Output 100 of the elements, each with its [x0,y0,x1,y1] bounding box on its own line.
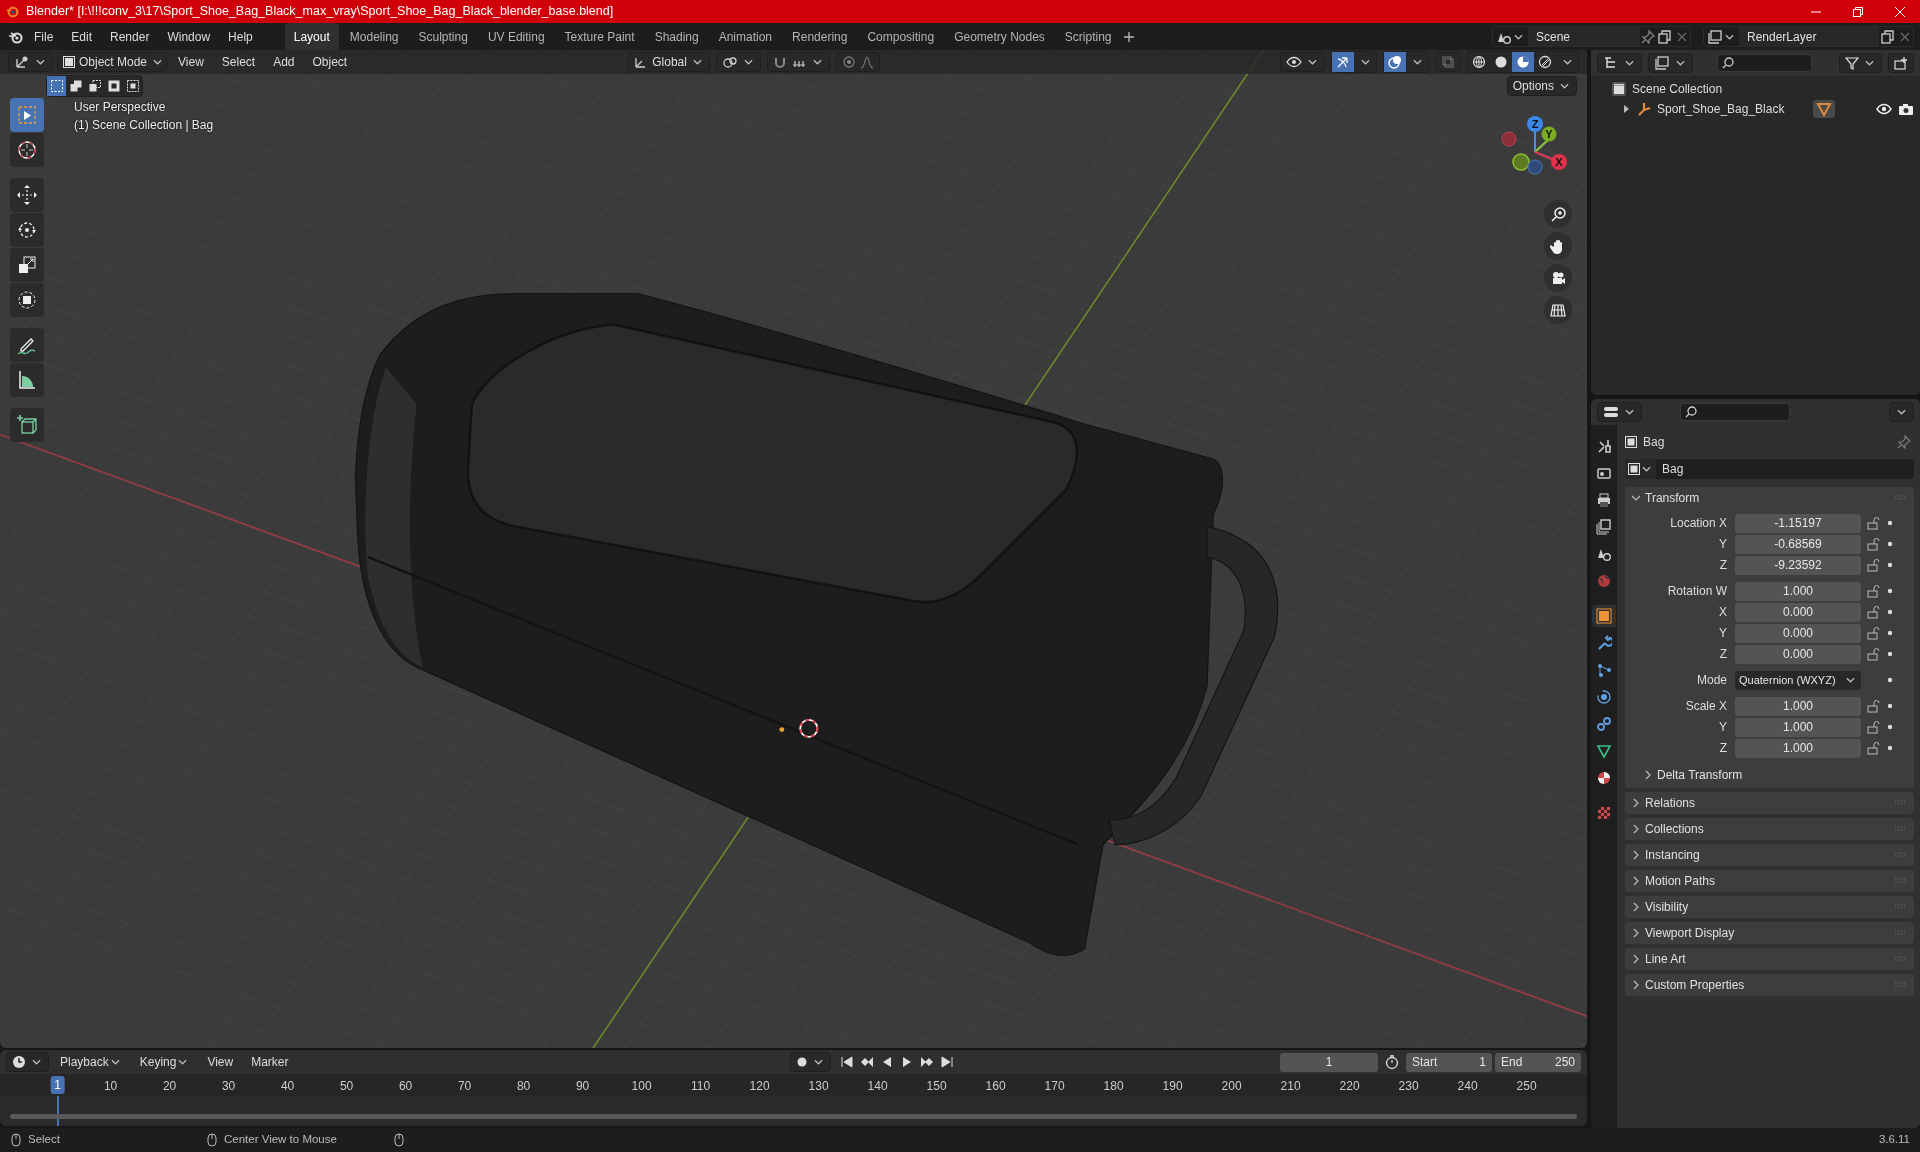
tool-button[interactable] [10,363,44,397]
workspace-tab[interactable]: Modeling [340,22,408,51]
panel-title[interactable]: Relations [1645,794,1696,812]
keyframe-dot-icon[interactable] [1887,677,1893,683]
keyframe-dot-icon[interactable] [1887,724,1893,730]
camera-icon[interactable] [1550,270,1566,286]
panel-title[interactable]: Transform [1645,489,1700,507]
panel-title[interactable]: Viewport Display [1645,924,1735,942]
pivot-button[interactable] [715,52,761,72]
panel-title[interactable]: Visibility [1645,898,1689,916]
selection-mode-selector[interactable] [46,75,143,97]
current-frame-field[interactable]: 1 [1280,1052,1378,1072]
number-field[interactable]: 1.000 [1735,717,1861,737]
keyframe-dot-icon[interactable] [1887,630,1893,636]
unlocked-icon[interactable] [1867,516,1881,530]
unlocked-icon[interactable] [1867,605,1881,619]
tool-button[interactable] [10,408,44,442]
add-tab-icon[interactable] [1122,30,1135,43]
navigation-gizmo[interactable]: Z Y X [1497,112,1577,182]
xray-toggle[interactable] [1435,52,1461,72]
editor-type-button[interactable] [6,1052,49,1072]
overlay-button-group[interactable] [1383,51,1429,73]
workspace-tab[interactable]: Sculpting [409,22,477,51]
panel-title[interactable]: Instancing [1645,846,1700,864]
workspace-tab[interactable]: Texture Paint [555,22,644,51]
filter-button[interactable] [1839,53,1882,73]
workspace-tab[interactable]: Shading [645,22,708,51]
zoom-icon[interactable] [1550,206,1566,222]
keyframe-dot-icon[interactable] [1887,562,1893,568]
mesh-data-icon[interactable] [1813,100,1836,118]
unlocked-icon[interactable] [1867,584,1881,598]
unlocked-icon[interactable] [1867,537,1881,551]
shading-selector[interactable] [1467,51,1579,73]
workspace-tab[interactable]: Layout [284,22,339,51]
mode-dropdown[interactable]: Quaternion (WXYZ) [1735,670,1861,690]
scrollbar[interactable] [10,1114,1577,1119]
number-field[interactable]: 0.000 [1735,623,1861,643]
menu-item[interactable]: Render [102,24,158,49]
number-field[interactable]: 1.000 [1735,581,1861,601]
camera-icon[interactable] [1898,102,1914,116]
tool-button[interactable] [10,248,44,282]
visibility-button[interactable] [1280,52,1325,72]
unlocked-icon[interactable] [1867,699,1881,713]
panel-title[interactable]: Custom Properties [1645,976,1745,994]
prev-keyframe-icon[interactable] [859,1055,874,1069]
keyframe-dot-icon[interactable] [1887,520,1893,526]
keyframe-dot-icon[interactable] [1887,703,1893,709]
maximize-icon[interactable] [1852,5,1864,18]
display-mode-button[interactable] [1648,53,1693,73]
start-frame-field[interactable]: Start 1 [1406,1052,1492,1072]
orientation-dropdown[interactable]: Global [628,52,710,72]
menu-item[interactable]: Edit [63,24,101,49]
jump-start-icon[interactable] [839,1055,854,1069]
record-button[interactable] [789,1052,831,1072]
unlocked-icon[interactable] [1867,720,1881,734]
close-icon[interactable] [1894,5,1906,18]
tool-button[interactable] [10,283,44,317]
search-field[interactable] [1717,54,1812,72]
overlay-toggle[interactable] [1384,52,1406,72]
number-field[interactable]: -9.23592 [1735,555,1861,575]
properties-tab[interactable] [1592,605,1616,627]
menu-item[interactable]: View [171,51,211,73]
keyframe-dot-icon[interactable] [1887,609,1893,615]
keyframe-dot-icon[interactable] [1887,588,1893,594]
selection-mode-button[interactable] [47,76,66,96]
menu-item[interactable]: Add [266,51,302,73]
subpanel-title[interactable]: Delta Transform [1657,766,1743,784]
workspace-tab[interactable]: Rendering [783,22,857,51]
tool-button[interactable] [10,328,44,362]
tool-button[interactable] [10,133,44,167]
outliner-item[interactable]: Sport_Shoe_Bag_Black [1657,100,1785,118]
eye-icon[interactable] [1876,102,1892,116]
tool-button[interactable] [10,213,44,247]
editor-type-button[interactable] [1597,53,1642,73]
workspace-tab[interactable]: Animation [709,22,782,51]
object-type-dropdown[interactable] [1625,459,1656,479]
number-field[interactable]: 1.000 [1735,738,1861,758]
jump-end-icon[interactable] [939,1055,954,1069]
number-field[interactable]: -1.15197 [1735,513,1861,533]
number-field[interactable]: 0.000 [1735,602,1861,622]
menu-item[interactable]: Window [159,24,219,49]
pin-icon[interactable] [1897,435,1911,449]
keyframe-dot-icon[interactable] [1887,651,1893,657]
unlocked-icon[interactable] [1867,558,1881,572]
number-field[interactable]: 1.000 [1735,696,1861,716]
search-field[interactable] [1680,403,1790,421]
panel-title[interactable]: Collections [1645,820,1704,838]
unlocked-icon[interactable] [1867,626,1881,640]
mode-dropdown[interactable]: Object Mode [57,52,167,72]
proportional-edit-button[interactable] [835,52,880,72]
menu-item[interactable]: Object [305,51,355,73]
tool-button[interactable] [10,178,44,212]
playhead[interactable]: 1 [50,1076,65,1094]
workspace-tab[interactable]: Scripting [1055,22,1121,51]
new-collection-button[interactable] [1888,53,1914,73]
number-field[interactable]: -0.68569 [1735,534,1861,554]
grid-icon[interactable] [1550,302,1566,318]
workspace-tab[interactable]: Geometry Nodes [945,22,1054,51]
keyframe-dot-icon[interactable] [1887,745,1893,751]
editor-type-button[interactable] [1597,402,1642,422]
